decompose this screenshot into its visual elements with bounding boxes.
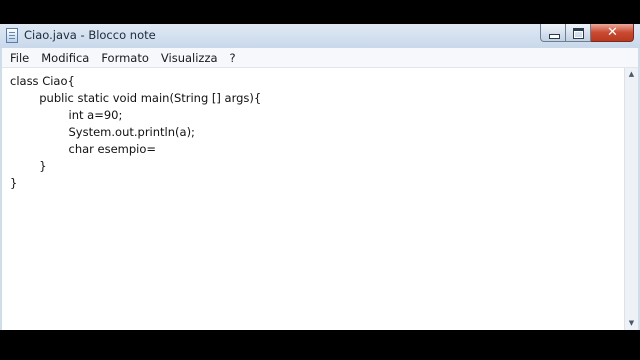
- scroll-up-icon[interactable]: ▲: [625, 68, 638, 81]
- notepad-icon[interactable]: [6, 28, 18, 43]
- code-line: char esempio=: [10, 142, 157, 156]
- menu-item-modifica[interactable]: Modifica: [35, 49, 95, 67]
- menu-item-formato[interactable]: Formato: [95, 49, 155, 67]
- scroll-down-icon[interactable]: ▼: [625, 317, 638, 330]
- vertical-scrollbar[interactable]: ▲ ▼: [624, 68, 638, 330]
- window-title: Ciao.java - Blocco note: [24, 28, 156, 42]
- maximize-icon: [573, 28, 584, 39]
- close-button[interactable]: ✕: [591, 24, 634, 42]
- notepad-window: Ciao.java - Blocco note ✕ File Modifica …: [0, 24, 640, 330]
- title-bar[interactable]: Ciao.java - Blocco note ✕: [0, 24, 640, 48]
- code-line: public static void main(String [] args){: [10, 91, 262, 105]
- menu-bar: File Modifica Formato Visualizza ?: [2, 48, 638, 68]
- minimize-icon: [549, 34, 560, 39]
- code-line: int a=90;: [10, 108, 123, 122]
- code-line: }: [10, 176, 18, 190]
- window-controls: ✕: [540, 24, 634, 43]
- menu-item-file[interactable]: File: [2, 49, 35, 67]
- code-line: class Ciao{: [10, 74, 75, 88]
- maximize-button[interactable]: [566, 24, 591, 42]
- code-line: System.out.println(a);: [10, 125, 195, 139]
- menu-item-visualizza[interactable]: Visualizza: [155, 49, 224, 67]
- code-text: class Ciao{ public static void main(Stri…: [10, 73, 261, 192]
- menu-item-help[interactable]: ?: [224, 49, 242, 67]
- close-icon: ✕: [607, 25, 618, 40]
- text-editor[interactable]: class Ciao{ public static void main(Stri…: [2, 68, 625, 330]
- code-line: }: [10, 159, 47, 173]
- minimize-button[interactable]: [540, 24, 566, 42]
